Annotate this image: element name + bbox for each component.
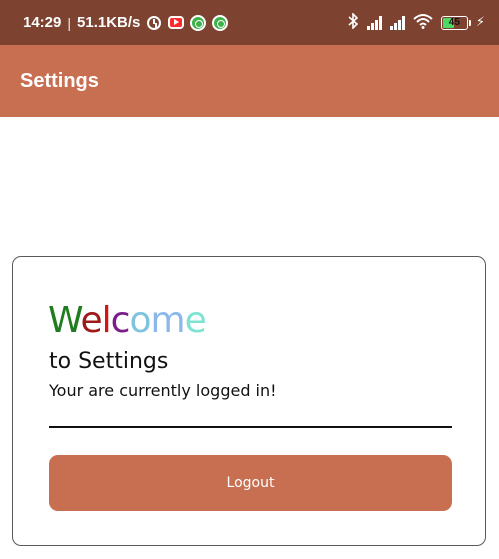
- welcome-letter: W: [48, 300, 81, 341]
- welcome-letter: e: [184, 300, 207, 341]
- battery-level: 45: [448, 17, 460, 28]
- wifi-icon: [413, 13, 433, 33]
- welcome-letter: l: [101, 300, 112, 341]
- battery-icon: 45: [440, 15, 471, 30]
- status-separator: |: [67, 14, 72, 31]
- welcome-letter: o: [129, 300, 151, 341]
- logout-button[interactable]: Logout: [49, 455, 452, 511]
- welcome-card: Welcome to Settings Your are currently l…: [12, 256, 486, 546]
- youtube-icon: [168, 15, 185, 31]
- charging-icon: ⚡: [475, 15, 485, 30]
- network-speed: 51.1KB/s: [77, 14, 141, 31]
- signal-icon: [389, 15, 405, 30]
- status-bar: 14:29 | 51.1KB/s 45 ⚡: [0, 0, 499, 45]
- status-time: 14:29: [23, 14, 62, 31]
- divider: [49, 426, 452, 428]
- login-status-text: Your are currently logged in!: [49, 381, 277, 400]
- welcome-subtitle: to Settings: [49, 349, 169, 374]
- page-title: Settings: [20, 69, 99, 92]
- status-bar-right: 45 ⚡: [347, 11, 485, 33]
- signal-icon: [366, 15, 382, 30]
- bluetooth-icon: [347, 11, 359, 33]
- welcome-letter: c: [110, 300, 131, 341]
- welcome-letter: m: [150, 300, 186, 341]
- alarm-icon: [146, 15, 162, 31]
- app-icon: [190, 14, 207, 31]
- app-bar: Settings: [0, 45, 499, 117]
- status-bar-left: 14:29 | 51.1KB/s: [23, 14, 229, 31]
- welcome-letter: e: [80, 300, 103, 341]
- app-icon: [212, 14, 229, 31]
- welcome-heading: Welcome: [48, 299, 207, 343]
